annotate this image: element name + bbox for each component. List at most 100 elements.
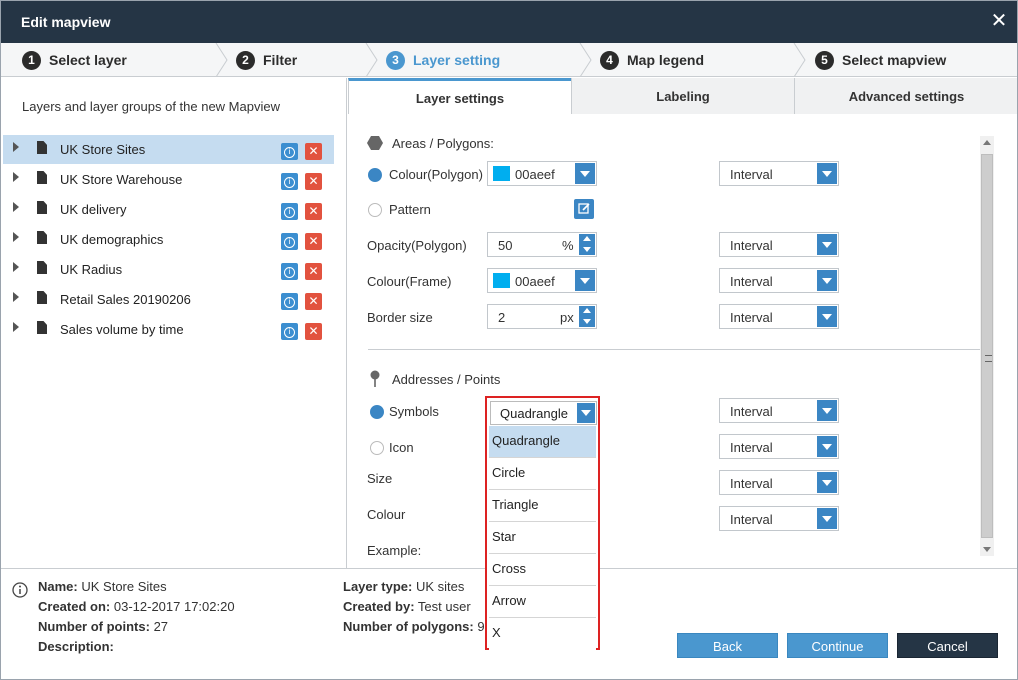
info-icon[interactable]: i [281, 173, 298, 190]
tab-advanced-settings[interactable]: Advanced settings [794, 78, 1017, 114]
info-icon[interactable]: i [281, 293, 298, 310]
info-icon[interactable]: i [281, 143, 298, 160]
example-label: Example: [367, 543, 422, 558]
chevron-down-icon[interactable] [817, 234, 837, 255]
chevron-down-icon[interactable] [575, 163, 595, 184]
option-cross[interactable]: Cross [489, 554, 596, 586]
tab-layer-settings[interactable]: Layer settings [348, 78, 571, 115]
interval-select[interactable]: Interval [719, 161, 839, 186]
delete-icon[interactable]: ✕ [305, 143, 322, 160]
expand-arrow-icon[interactable] [13, 142, 19, 152]
interval-select[interactable]: Interval [719, 470, 839, 495]
option-circle[interactable]: Circle [489, 458, 596, 490]
step-label: Filter [263, 52, 298, 68]
close-icon[interactable]: ✕ [989, 10, 1009, 32]
scroll-up-icon[interactable] [983, 140, 991, 145]
option-arrow[interactable]: Arrow [489, 586, 596, 618]
expand-arrow-icon[interactable] [13, 322, 19, 332]
colour-swatch [493, 273, 510, 288]
chevron-down-icon[interactable] [817, 472, 837, 493]
layer-label: UK Store Warehouse [60, 172, 183, 187]
expand-arrow-icon[interactable] [13, 202, 19, 212]
interval-select[interactable]: Interval [719, 506, 839, 531]
layer-row[interactable]: UK Store Sites i ✕ [3, 135, 334, 164]
chevron-down-icon[interactable] [817, 508, 837, 529]
colour-polygon-select[interactable]: 00aeef [487, 161, 597, 186]
scroll-thumb[interactable] [981, 154, 993, 538]
chevron-down-icon[interactable] [817, 163, 837, 184]
step-layer-setting[interactable]: 3 Layer setting [386, 43, 500, 77]
chevron-down-icon[interactable] [817, 270, 837, 291]
colour-frame-select[interactable]: 00aeef [487, 268, 597, 293]
step-select-mapview[interactable]: 5 Select mapview [815, 43, 946, 77]
chevron-down-icon[interactable] [575, 270, 595, 291]
layer-row[interactable]: Sales volume by time i ✕ [3, 315, 334, 344]
delete-icon[interactable]: ✕ [305, 323, 322, 340]
tab-labeling[interactable]: Labeling [571, 78, 794, 114]
expand-arrow-icon[interactable] [13, 232, 19, 242]
expand-arrow-icon[interactable] [13, 292, 19, 302]
chevron-separator-icon [365, 43, 378, 77]
delete-icon[interactable]: ✕ [305, 263, 322, 280]
layer-row[interactable]: UK Store Warehouse i ✕ [3, 165, 334, 194]
layer-label: UK delivery [60, 202, 127, 217]
option-star[interactable]: Star [489, 522, 596, 554]
chevron-separator-icon [793, 43, 806, 77]
delete-icon[interactable]: ✕ [305, 233, 322, 250]
spinner-icon[interactable] [579, 234, 595, 255]
step-map-legend[interactable]: 4 Map legend [600, 43, 704, 77]
interval-value: Interval [730, 512, 773, 527]
document-icon [37, 231, 47, 244]
interval-value: Interval [730, 274, 773, 289]
layer-row[interactable]: UK Radius i ✕ [3, 255, 334, 284]
layer-label: UK Radius [60, 262, 123, 277]
delete-icon[interactable]: ✕ [305, 173, 322, 190]
info-icon[interactable]: i [281, 323, 298, 340]
colour-label: Colour [367, 507, 406, 522]
expand-arrow-icon[interactable] [13, 172, 19, 182]
chevron-down-icon[interactable] [817, 306, 837, 327]
step-filter[interactable]: 2 Filter [236, 43, 297, 77]
option-triangle[interactable]: Triangle [489, 490, 596, 522]
spinner-icon[interactable] [579, 306, 595, 327]
interval-select[interactable]: Interval [719, 434, 839, 459]
vertical-scrollbar[interactable] [980, 136, 994, 556]
delete-icon[interactable]: ✕ [305, 203, 322, 220]
edit-icon[interactable] [574, 199, 594, 219]
pattern-radio[interactable] [368, 203, 382, 217]
pattern-label: Pattern [389, 202, 431, 217]
border-size-input[interactable]: 2 px [487, 304, 597, 329]
opacity-value: 50 [498, 238, 513, 253]
symbols-radio[interactable] [370, 405, 384, 419]
layer-row[interactable]: Retail Sales 20190206 i ✕ [3, 285, 334, 314]
chevron-separator-icon [579, 43, 592, 77]
option-x[interactable]: X [489, 618, 596, 650]
info-icon[interactable]: i [281, 233, 298, 250]
continue-button[interactable]: Continue [787, 633, 888, 658]
cancel-button[interactable]: Cancel [897, 633, 998, 658]
info-icon[interactable]: i [281, 263, 298, 280]
back-button[interactable]: Back [677, 633, 778, 658]
interval-select[interactable]: Interval [719, 304, 839, 329]
delete-icon[interactable]: ✕ [305, 293, 322, 310]
interval-select[interactable]: Interval [719, 268, 839, 293]
layer-row[interactable]: UK demographics i ✕ [3, 225, 334, 254]
layer-label: Sales volume by time [60, 322, 184, 337]
layer-row[interactable]: UK delivery i ✕ [3, 195, 334, 224]
interval-select[interactable]: Interval [719, 398, 839, 423]
step-select-layer[interactable]: 1 Select layer [22, 43, 127, 77]
icon-radio[interactable] [370, 441, 384, 455]
opacity-input[interactable]: 50 % [487, 232, 597, 257]
grip-icon [985, 355, 992, 362]
symbols-select[interactable]: Quadrangle [490, 401, 597, 425]
chevron-down-icon[interactable] [577, 403, 595, 423]
scroll-down-icon[interactable] [983, 547, 991, 552]
chevron-down-icon[interactable] [817, 436, 837, 457]
chevron-down-icon[interactable] [817, 400, 837, 421]
interval-select[interactable]: Interval [719, 232, 839, 257]
expand-arrow-icon[interactable] [13, 262, 19, 272]
info-icon[interactable]: i [281, 203, 298, 220]
info-icon [12, 582, 28, 598]
option-quadrangle[interactable]: Quadrangle [489, 426, 596, 458]
colour-polygon-radio[interactable] [368, 168, 382, 182]
